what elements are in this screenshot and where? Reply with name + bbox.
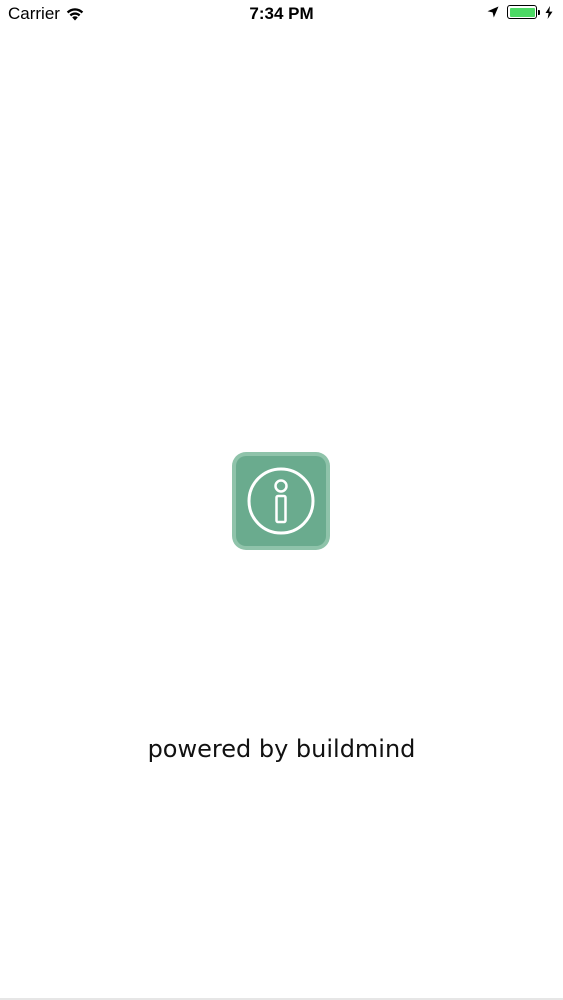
app-icon [231, 451, 331, 551]
powered-by-label: powered by buildmind [147, 735, 416, 763]
info-icon [232, 452, 330, 550]
status-time: 7:34 PM [249, 4, 314, 23]
battery-icon [507, 5, 540, 19]
battery-level [509, 7, 535, 17]
status-bar: Carrier 7:34 PM [0, 0, 563, 30]
status-right [487, 5, 553, 19]
charging-bolt-icon [545, 5, 553, 19]
splash-screen: Carrier 7:34 PM powered by buildmind [0, 0, 563, 1000]
location-arrow-icon [487, 6, 499, 18]
